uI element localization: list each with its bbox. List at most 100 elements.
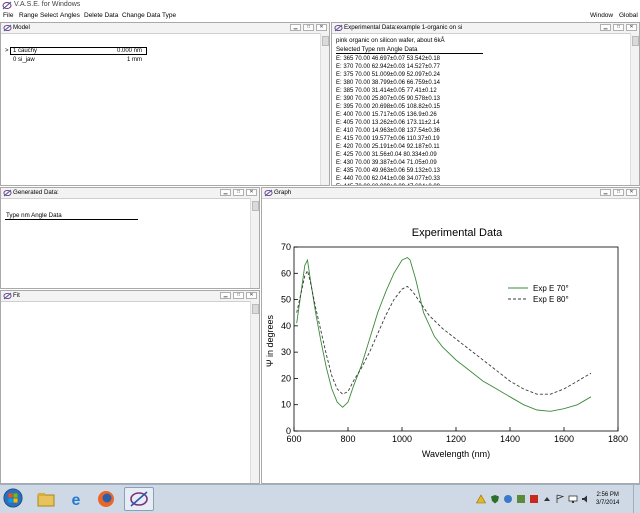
generated-data-titlebar[interactable]: Generated Data: ▁ □ ✕ xyxy=(1,188,259,199)
vase-taskbar-button[interactable] xyxy=(124,487,154,511)
maximize-button[interactable]: □ xyxy=(233,189,244,196)
tray-arrow-icon[interactable] xyxy=(542,494,552,504)
data-row[interactable]: E: 370 70.00 62.942±0.03 14.527±0.77 xyxy=(336,64,440,70)
data-row[interactable]: E: 395 70.00 20.698±0.05 108.82±0.15 xyxy=(336,104,440,110)
data-row[interactable]: E: 405 70.00 13.262±0.06 173.11±2.14 xyxy=(336,120,440,126)
menu-angles[interactable]: Angles xyxy=(60,12,80,19)
data-row[interactable]: E: 420 70.00 25.191±0.04 92.187±0.11 xyxy=(336,144,440,150)
data-row[interactable]: E: 385 70.00 31.414±0.05 77.41±0.12 xyxy=(336,88,437,94)
data-row[interactable]: E: 435 70.00 49.963±0.06 59.132±0.13 xyxy=(336,168,440,174)
y-tick-label: 10 xyxy=(281,400,291,410)
graph-window[interactable]: Graph ▁ □ ✕ Experimental Data 600 800 1000 12… xyxy=(261,187,640,484)
menu-window[interactable]: Window xyxy=(590,12,613,19)
minimize-button[interactable]: ▁ xyxy=(220,292,231,299)
y-tick-label: 60 xyxy=(281,268,291,278)
model-window-titlebar[interactable]: Model ▁ □ ✕ xyxy=(1,23,329,34)
header-underline xyxy=(336,53,483,54)
scrollbar-thumb[interactable] xyxy=(252,201,259,211)
x-tick-label: 1800 xyxy=(608,434,628,444)
tray-warning-icon[interactable] xyxy=(476,494,486,504)
vertical-scrollbar[interactable] xyxy=(630,33,639,185)
y-axis-label: Ψ in degrees xyxy=(265,314,275,367)
vertical-scrollbar[interactable] xyxy=(250,301,259,483)
minimize-button[interactable]: ▁ xyxy=(290,24,301,31)
maximize-button[interactable]: □ xyxy=(233,292,244,299)
menu-file[interactable]: File xyxy=(3,12,13,19)
experimental-data-chart[interactable]: Experimental Data 600 800 1000 1200 1400 1600… xyxy=(262,198,639,483)
scrollbar-thumb[interactable] xyxy=(632,36,639,46)
y-tick-label: 20 xyxy=(281,373,291,383)
fit-titlebar[interactable]: Fit ▁ □ ✕ xyxy=(1,291,259,302)
model-layer-value: 0.000 nm xyxy=(117,48,143,54)
y-tick-label: 0 xyxy=(286,426,291,436)
data-row[interactable]: E: 415 70.00 19.577±0.06 110.37±0.19 xyxy=(336,136,440,142)
fit-title: Fit xyxy=(13,292,20,299)
fit-window[interactable]: Fit ▁ □ ✕ xyxy=(0,290,260,484)
data-row[interactable]: E: 445 70.00 60.009±0.09 47.694±0.09 xyxy=(336,184,440,185)
data-row[interactable]: E: 390 70.00 25.807±0.05 90.578±0.13 xyxy=(336,96,440,102)
x-tick-label: 1200 xyxy=(446,434,466,444)
plot-frame xyxy=(293,246,619,432)
tray-flag-icon[interactable] xyxy=(555,494,565,504)
model-layer-label[interactable]: 0 si_jaw xyxy=(13,57,35,63)
maximize-button[interactable]: □ xyxy=(613,24,624,31)
show-desktop-button[interactable] xyxy=(633,485,640,513)
close-button[interactable]: ✕ xyxy=(246,189,257,196)
minimize-button[interactable]: ▁ xyxy=(600,24,611,31)
data-row[interactable]: E: 440 70.00 62.041±0.08 34.077±0.33 xyxy=(336,176,440,182)
internet-explorer-icon[interactable]: e xyxy=(66,489,86,509)
generated-data-window[interactable]: Generated Data: ▁ □ ✕ Type nm Angle Data xyxy=(0,187,260,289)
experimental-data-titlebar[interactable]: Experimental Data:example 1-organic on s… xyxy=(332,23,639,34)
data-row[interactable]: E: 375 70.00 51.009±0.09 52.097±0.24 xyxy=(336,72,440,78)
generated-data-header: Type nm Angle Data xyxy=(6,212,62,219)
close-button[interactable]: ✕ xyxy=(246,292,257,299)
vase-window-icon xyxy=(334,24,343,32)
tray-shield-icon[interactable] xyxy=(490,494,500,504)
tray-network-icon[interactable] xyxy=(568,494,578,504)
scrollbar-thumb[interactable] xyxy=(252,304,259,314)
data-description: pink organic on silicon wafer, about 6kÅ xyxy=(336,37,445,44)
data-row[interactable]: E: 365 70.00 46.697±0.07 53.542±0.18 xyxy=(336,56,440,62)
tray-antivirus-icon[interactable] xyxy=(503,494,513,504)
tray-adobe-icon[interactable] xyxy=(529,494,539,504)
vase-window-icon xyxy=(3,292,12,300)
minimize-button[interactable]: ▁ xyxy=(600,189,611,196)
firefox-icon[interactable] xyxy=(96,489,116,509)
data-row[interactable]: E: 410 70.00 14.963±0.08 137.54±0.36 xyxy=(336,128,440,134)
menu-global[interactable]: Global xyxy=(619,12,638,19)
model-window[interactable]: Model ▁ □ ✕ > 1 cauchy 0.000 nm 0 si_jaw 1… xyxy=(0,22,330,186)
menu-delete-data[interactable]: Delete Data xyxy=(84,12,118,19)
close-button[interactable]: ✕ xyxy=(626,24,637,31)
clock-time: 2:56 PM xyxy=(596,492,619,498)
start-button-icon[interactable] xyxy=(3,488,23,508)
vertical-scrollbar[interactable] xyxy=(250,198,259,288)
experimental-data-window[interactable]: Experimental Data:example 1-organic on s… xyxy=(331,22,640,186)
maximize-button[interactable]: □ xyxy=(613,189,624,196)
menu-range-select[interactable]: Range Select xyxy=(19,12,58,19)
data-row[interactable]: E: 400 70.00 15.717±0.05 136.9±0.26 xyxy=(336,112,437,118)
close-button[interactable]: ✕ xyxy=(316,24,327,31)
data-row[interactable]: E: 380 70.00 38.799±0.06 66.759±0.14 xyxy=(336,80,440,86)
vase-app-icon xyxy=(130,491,148,507)
clock-date: 3/7/2014 xyxy=(596,500,620,506)
tray-program-icon[interactable] xyxy=(516,494,526,504)
file-explorer-icon[interactable] xyxy=(36,489,56,509)
menu-change-data-type[interactable]: Change Data Type xyxy=(122,12,176,19)
tray-volume-icon[interactable] xyxy=(581,494,591,504)
scrollbar-thumb[interactable] xyxy=(322,36,329,46)
vertical-scrollbar[interactable] xyxy=(320,33,329,185)
minimize-button[interactable]: ▁ xyxy=(220,189,231,196)
maximize-button[interactable]: □ xyxy=(303,24,314,31)
data-table-header: Selected Type nm Angle Data xyxy=(336,46,418,53)
close-button[interactable]: ✕ xyxy=(626,189,637,196)
data-row[interactable]: E: 425 70.00 31.56±0.04 80.334±0.09 xyxy=(336,152,437,158)
model-window-title: Model xyxy=(13,24,30,31)
taskbar-clock[interactable]: 2:56 PM 3/7/2014 xyxy=(596,491,619,507)
x-tick-label: 800 xyxy=(340,434,355,444)
x-tick-label: 1400 xyxy=(500,434,520,444)
header-underline xyxy=(5,219,138,220)
data-row[interactable]: E: 430 70.00 39.387±0.04 71.05±0.09 xyxy=(336,160,437,166)
legend-label: Exp E 80° xyxy=(533,295,569,304)
graph-title: Graph xyxy=(274,189,292,196)
vase-app-icon xyxy=(2,1,12,10)
